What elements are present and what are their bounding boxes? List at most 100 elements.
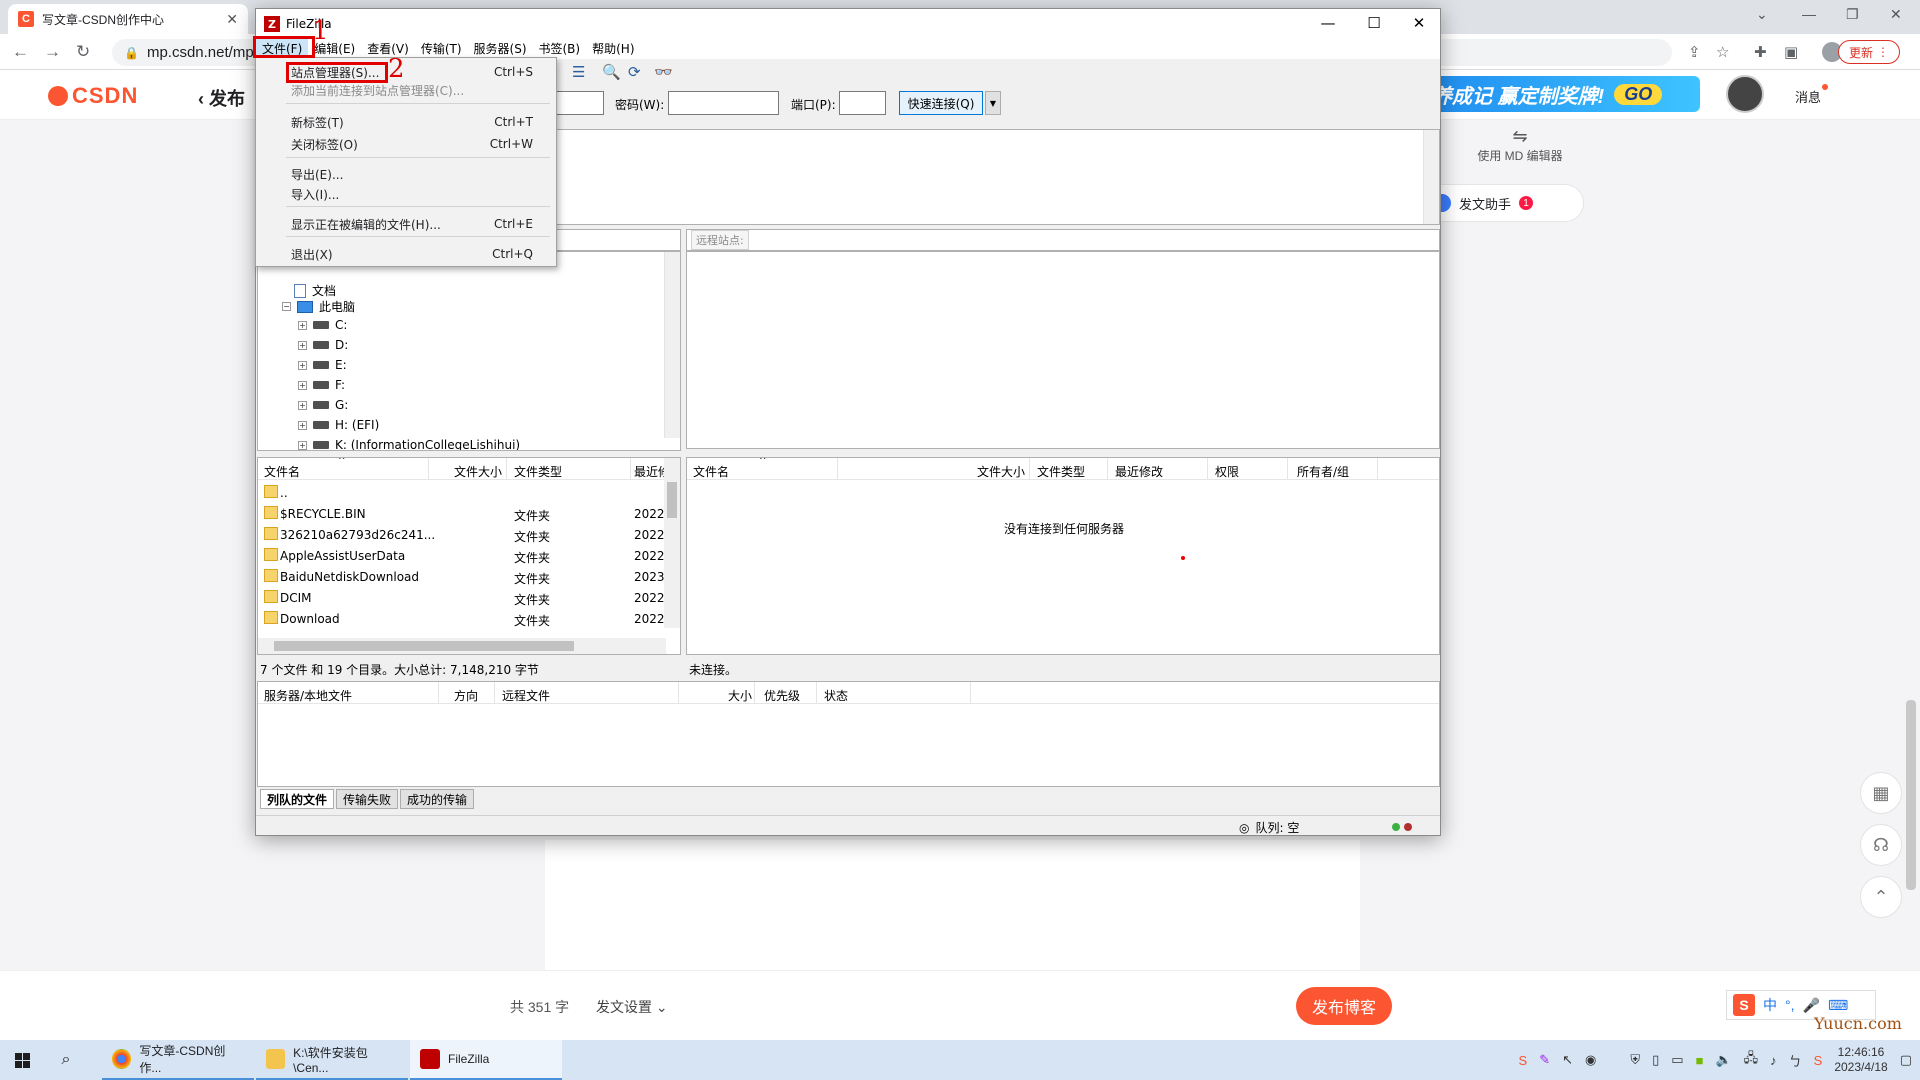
- qq-icon[interactable]: ◉: [1585, 1052, 1596, 1068]
- reload-icon[interactable]: ↻: [76, 42, 90, 62]
- sidepanel-icon[interactable]: ▣: [1784, 43, 1798, 61]
- forward-icon[interactable]: →: [44, 42, 61, 62]
- bookmark-star-icon[interactable]: ☆: [1716, 43, 1729, 61]
- search-icon[interactable]: ⌕: [44, 1051, 88, 1069]
- column-direction[interactable]: 方向: [454, 687, 478, 704]
- tab-successful-transfers[interactable]: 成功的传输: [400, 789, 475, 809]
- menu-server[interactable]: 服务器(S): [468, 39, 533, 59]
- menu-item-export[interactable]: 导出(E)...: [259, 164, 553, 184]
- usb-icon[interactable]: ▯: [1652, 1052, 1659, 1068]
- expand-icon[interactable]: +: [298, 320, 307, 330]
- tab-queued-files[interactable]: 列队的文件: [260, 789, 335, 809]
- menu-item-close-tab[interactable]: 关闭标签(O) Ctrl+W: [259, 134, 553, 154]
- file-row[interactable]: Download 文件夹 2022: [258, 608, 665, 629]
- shield-icon[interactable]: ⛨: [1630, 1052, 1640, 1068]
- menu-help[interactable]: 帮助(H): [586, 39, 640, 59]
- menu-item-new-tab[interactable]: 新标签(T) Ctrl+T: [259, 112, 553, 132]
- file-row[interactable]: ..: [258, 482, 658, 503]
- transfer-queue[interactable]: 服务器/本地文件 方向 远程文件 大小 优先级 状态: [257, 681, 1440, 787]
- banner-go-button[interactable]: GO: [1614, 83, 1663, 105]
- taskbar-app-explorer[interactable]: K:\软件安装包\Cen...: [256, 1040, 408, 1080]
- menu-item-import[interactable]: 导入(I)...: [259, 184, 553, 204]
- local-file-list[interactable]: 文件名 ^ 文件大小 文件类型 最近修 .. $RECYCLE.BIN 文件夹 20…: [257, 457, 681, 655]
- sync-browse-icon[interactable]: ⟳: [628, 63, 641, 81]
- menu-bookmarks[interactable]: 书签(B): [533, 39, 587, 59]
- expand-icon[interactable]: +: [298, 360, 307, 370]
- column-permissions[interactable]: 权限: [1215, 463, 1239, 480]
- remote-site-path[interactable]: 远程站点:: [686, 229, 1440, 251]
- promo-banner[interactable]: 养成记 赢定制奖牌! GO: [1420, 76, 1700, 112]
- messages-link[interactable]: 消息: [1795, 87, 1821, 106]
- close-window-icon[interactable]: ✕: [1890, 6, 1902, 23]
- menu-item-exit[interactable]: 退出(X) Ctrl+Q: [259, 244, 553, 264]
- file-list-hscrollbar[interactable]: [258, 638, 666, 654]
- extensions-icon[interactable]: ✚: [1754, 43, 1767, 61]
- search-icon[interactable]: 🔍: [602, 63, 621, 81]
- maximize-icon[interactable]: ☐: [1354, 14, 1394, 32]
- share-icon[interactable]: ⇪: [1688, 43, 1701, 61]
- cursor-icon[interactable]: ↖: [1562, 1052, 1573, 1068]
- restore-icon[interactable]: ❐: [1846, 6, 1859, 23]
- punctuation-icon[interactable]: °,: [1785, 997, 1795, 1013]
- publish-button[interactable]: 发布博客: [1296, 987, 1392, 1025]
- expand-icon[interactable]: +: [298, 420, 307, 430]
- file-list-vscrollbar[interactable]: [664, 458, 680, 628]
- back-icon[interactable]: ←: [12, 42, 29, 62]
- password-field[interactable]: [668, 91, 779, 115]
- file-row[interactable]: 326210a62793d26c241... 文件夹 2022: [258, 524, 665, 545]
- tree-item[interactable]: + E:: [298, 358, 347, 372]
- scroll-thumb[interactable]: [667, 482, 677, 518]
- local-directory-tree[interactable]: 文档 − 此电脑 + C: + D: + E: + F: + G: + H: (EFI) + K…: [257, 251, 681, 451]
- ime-mode[interactable]: 中: [1763, 995, 1777, 1015]
- start-button[interactable]: [0, 1040, 44, 1080]
- minimize-icon[interactable]: —: [1308, 14, 1348, 32]
- remote-directory-tree[interactable]: [686, 251, 1440, 449]
- tree-item[interactable]: + F:: [298, 378, 345, 392]
- nvidia-icon[interactable]: ■: [1696, 1053, 1704, 1068]
- file-row[interactable]: BaiduNetdiskDownload 文件夹 2023: [258, 566, 665, 587]
- file-row[interactable]: $RECYCLE.BIN 文件夹 2022: [258, 503, 665, 524]
- collapse-icon[interactable]: −: [282, 302, 291, 311]
- back-to-top-icon[interactable]: ⌃: [1860, 876, 1902, 918]
- speaker-icon[interactable]: 🔈: [1715, 1052, 1731, 1068]
- remote-file-list[interactable]: 文件名 ^ 文件大小 文件类型 最近修改 权限 所有者/组 没有连接到任何服务器: [686, 457, 1440, 655]
- file-row[interactable]: DCIM 文件夹 2022: [258, 587, 665, 608]
- column-filesize[interactable]: 文件大小: [977, 463, 1025, 480]
- taskbar-app-chrome[interactable]: 写文章-CSDN创作...: [102, 1040, 254, 1080]
- log-scrollbar[interactable]: [1423, 130, 1439, 224]
- column-server-local-file[interactable]: 服务器/本地文件: [264, 687, 352, 704]
- column-size[interactable]: 大小: [728, 687, 752, 704]
- microphone-icon[interactable]: 🎤: [1803, 997, 1820, 1014]
- column-filetype[interactable]: 文件类型: [514, 463, 562, 480]
- close-tab-icon[interactable]: ✕: [226, 11, 238, 28]
- tree-item[interactable]: + G:: [298, 398, 348, 412]
- post-settings-link[interactable]: 发文设置 ⌄: [596, 997, 668, 1017]
- sogou-tray-icon[interactable]: S: [1519, 1053, 1528, 1068]
- notification-icon[interactable]: ▢: [1900, 1052, 1912, 1068]
- column-filename[interactable]: 文件名: [264, 463, 300, 480]
- minimize-icon[interactable]: —: [1802, 6, 1816, 22]
- column-filename[interactable]: 文件名: [693, 463, 729, 480]
- tree-item[interactable]: 文档: [294, 282, 336, 299]
- tree-item[interactable]: − 此电脑: [282, 298, 355, 315]
- tree-scrollbar[interactable]: [664, 252, 680, 438]
- tree-item[interactable]: + C:: [298, 318, 347, 332]
- editor-area[interactable]: [545, 840, 1360, 970]
- network-icon[interactable]: 🖧: [1744, 1049, 1759, 1071]
- expand-icon[interactable]: +: [298, 400, 307, 410]
- assistant-button[interactable]: 发文助手 1: [1420, 184, 1584, 222]
- column-filetype[interactable]: 文件类型: [1037, 463, 1085, 480]
- find-files-icon[interactable]: 👓: [654, 63, 673, 81]
- browser-tab[interactable]: C 写文章-CSDN创作中心 ✕: [8, 4, 248, 34]
- column-priority[interactable]: 优先级: [764, 687, 800, 704]
- csdn-logo[interactable]: CSDN: [48, 83, 138, 109]
- volume-icon[interactable]: ♪: [1770, 1053, 1777, 1068]
- column-owner[interactable]: 所有者/组: [1297, 463, 1349, 480]
- column-modified[interactable]: 最近修改: [1115, 463, 1163, 480]
- quickconnect-dropdown-icon[interactable]: ▼: [985, 91, 1001, 115]
- headset-icon[interactable]: ☊: [1860, 824, 1902, 866]
- taskbar-app-filezilla[interactable]: FileZilla: [410, 1040, 562, 1080]
- ime-tray-icon[interactable]: ㄅ: [1789, 1051, 1802, 1070]
- tree-item[interactable]: + D:: [298, 338, 348, 352]
- battery-icon[interactable]: ▭: [1671, 1052, 1683, 1068]
